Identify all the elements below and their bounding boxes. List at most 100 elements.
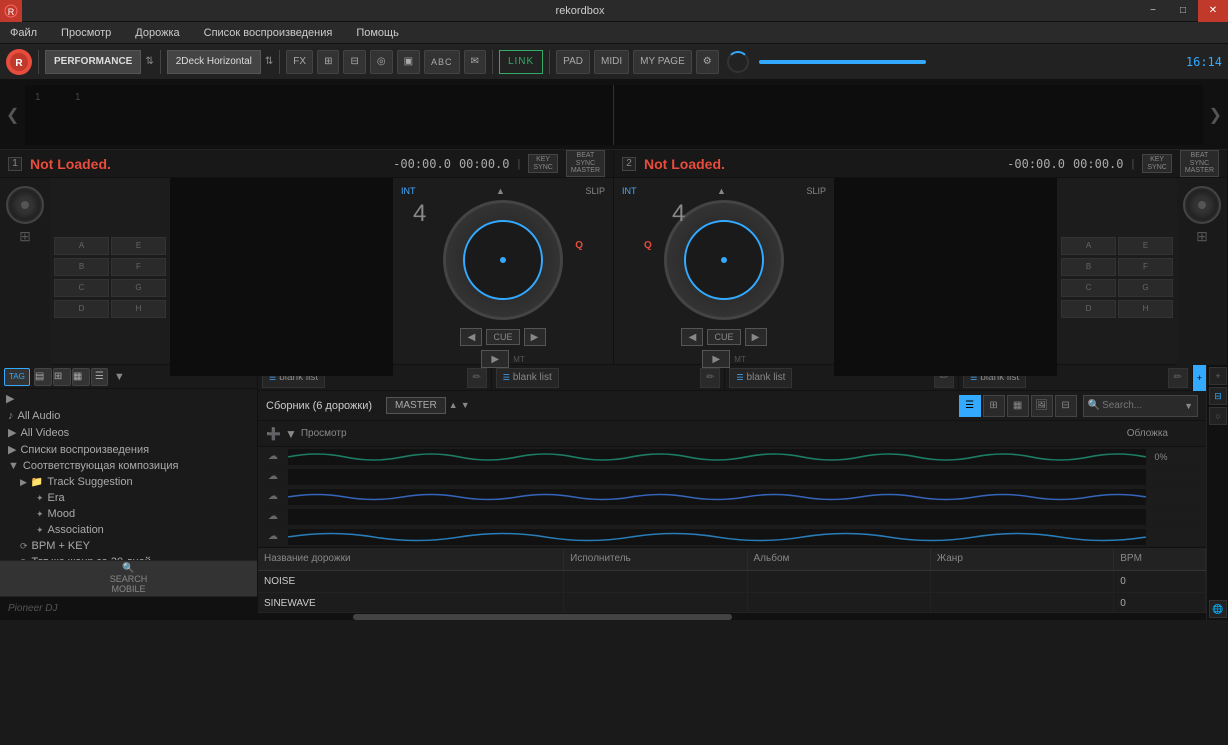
track-album-sinewave [747,592,930,612]
waveform-left-arrow[interactable]: ❮ [0,105,25,125]
bpm-key-label: BPM + KEY [32,540,90,552]
master-arrow-down[interactable]: ▼ [461,400,470,410]
deck-1-play-button[interactable]: ▶ [481,350,509,368]
settings-button[interactable]: ⚙ [696,50,719,74]
sidebar-grid-view-button[interactable]: ⊞ [53,368,71,386]
sidebar-item-playlists[interactable]: ▶ Списки воспроизведения [0,441,257,458]
table-row-noise[interactable]: NOISE 0 [258,570,1206,592]
sidebar-item-all-audio[interactable]: ♪ All Audio [0,408,257,424]
right-panel-btn-3[interactable]: ○ [1209,407,1227,425]
deck-2-time1: -00:00.0 [1007,157,1065,171]
preview-row-4-waveform[interactable] [288,509,1146,525]
deck-area: 1 Not Loaded. -00:00.0 00:00.0 | KEYSYNC… [0,150,1228,365]
deck-2-beat-sync-button[interactable]: BEATSYNCMASTER [1180,150,1219,177]
close-button[interactable]: ✕ [1198,0,1228,22]
pad-button[interactable]: PAD [556,50,590,74]
artwork-view-button[interactable]: 🖼 [1031,395,1053,417]
mood-icon: ✦ [36,509,44,520]
filter-icon[interactable]: ▼ [285,427,297,441]
grid-view-button[interactable]: ⊞ [983,395,1005,417]
deck-1-prev-button[interactable]: ◀ [460,328,482,346]
sidebar-item-era[interactable]: ✦ Era [0,490,257,506]
link-button[interactable]: LINK [499,50,543,74]
midi-button[interactable]: MIDI [594,50,629,74]
preview-row-2-waveform[interactable] [288,469,1146,485]
sidebar-more-button[interactable]: ☰ [91,368,108,386]
add-tab-button[interactable]: + [1193,365,1206,391]
search-mobile-icon: 🔍 [122,563,134,574]
performance-mode-button[interactable]: PERFORMANCE [45,50,141,74]
right-panel-globe-button[interactable]: 🌐 [1209,600,1227,618]
deck-1-next-button[interactable]: ▶ [524,328,546,346]
collection-search-input[interactable] [1102,400,1182,411]
deck-1-int-arrow-up[interactable]: ▲ [496,186,505,196]
sidebar-compact-view-button[interactable]: ▦ [72,368,90,386]
deck-2-vinyl[interactable] [1183,186,1221,224]
list-view-button[interactable]: ☰ [959,395,981,417]
deck-1-pads-icon[interactable]: ⊞ [19,228,31,245]
compact-view-button[interactable]: ⊟ [1055,395,1077,417]
sidebar-list-view-button[interactable]: ▤ [34,368,52,386]
pioneer-dj-logo: Pioneer DJ [0,596,257,620]
maximize-button[interactable]: □ [1168,0,1198,22]
sidebar-item-bpm-key[interactable]: ⟳ BPM + KEY [0,538,257,554]
add-track-icon[interactable]: ➕ [266,427,281,441]
table-row-sinewave[interactable]: SINEWAVE 0 [258,592,1206,612]
deck-1-int-slip-row: INT ▲ SLIP [401,186,605,196]
master-button[interactable]: MASTER [386,397,446,414]
deck-2-prev-button[interactable]: ◀ [681,328,703,346]
video-button[interactable]: ▣ [397,50,420,74]
message-button[interactable]: ✉ [464,50,486,74]
right-panel-btn-1[interactable]: + [1209,367,1227,385]
waveform-right-arrow[interactable]: ❯ [1203,105,1228,125]
sidebar-chevron-down-icon[interactable]: ▼ [114,371,125,383]
grid-button[interactable]: ⊞ [317,50,339,74]
preview-row-1-waveform[interactable] [288,449,1146,465]
deck-2-cue-button[interactable]: CUE [707,329,740,345]
mypage-button[interactable]: MY PAGE [633,50,692,74]
association-icon: ✦ [36,525,44,536]
mixer-button[interactable]: ⊟ [343,50,365,74]
menu-view[interactable]: Просмотр [55,25,117,41]
sidebar-item-track-suggestion[interactable]: ▶ 📁 Track Suggestion [0,474,257,490]
menu-playlist[interactable]: Список воспроизведения [198,25,339,41]
menu-file[interactable]: Файл [4,25,43,41]
deck-2-key-sync-button[interactable]: KEYSYNC [1142,154,1171,173]
menu-help[interactable]: Помощь [350,25,405,41]
sidebar-item-association[interactable]: ✦ Association [0,522,257,538]
deck-2-next-button[interactable]: ▶ [745,328,767,346]
deck-1-vinyl-inner [21,201,29,209]
master-arrow-up[interactable]: ▲ [449,400,458,410]
sidebar-item-all-videos[interactable]: ▶ All Videos [0,424,257,441]
deck-1-jog-wheel[interactable] [443,200,563,320]
deck-1-beat-sync-button[interactable]: BEATSYNCMASTER [566,150,605,177]
sidebar-item-mood[interactable]: ✦ Mood [0,506,257,522]
sidebar-tag-button[interactable]: TAG [4,368,30,386]
toolbar-separator-2 [160,50,161,74]
playlist-tab-4-edit-button[interactable]: ✏ [1168,368,1188,388]
horizontal-scrollbar[interactable] [258,612,1206,620]
lyrics-button[interactable]: ABC [424,50,460,74]
deck-2-play-button[interactable]: ▶ [702,350,730,368]
menu-track[interactable]: Дорожка [129,25,185,41]
deck-2-int-slip-row: INT ▲ SLIP [622,186,826,196]
deck-1-key-sync-button[interactable]: KEYSYNC [528,154,557,173]
sidebar-expand-arrow[interactable]: ▶ [0,389,257,408]
deck-1-cue-button[interactable]: CUE [486,329,519,345]
album-view-button[interactable]: ▦ [1007,395,1029,417]
minimize-button[interactable]: − [1138,0,1168,22]
layout-button[interactable]: 2Deck Horizontal [167,50,261,74]
deck-2-int-arrow-up[interactable]: ▲ [717,186,726,196]
preview-row-3-waveform[interactable] [288,489,1146,505]
preview-row-5-waveform[interactable] [288,529,1146,545]
sidebar-view-buttons: ▤ ⊞ ▦ ☰ [34,368,108,386]
horizontal-scrollbar-thumb[interactable] [353,614,732,620]
sidebar-item-matching[interactable]: ▼ Соответствующая композиция [0,458,257,474]
deck-2-pads-icon[interactable]: ⊞ [1196,228,1208,245]
vinyl-button[interactable]: ◎ [370,50,393,74]
right-panel-btn-2[interactable]: ⊟ [1209,387,1227,405]
search-dropdown-icon[interactable]: ▼ [1184,401,1193,411]
deck-1-vinyl[interactable] [6,186,44,224]
cloud-off-icon-2: ☁ [268,471,278,482]
fx-button[interactable]: FX [286,50,313,74]
